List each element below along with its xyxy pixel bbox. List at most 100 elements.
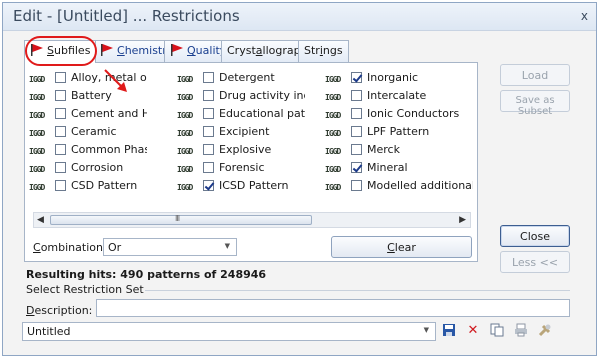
database-icon: IGGD xyxy=(325,183,341,192)
database-icon: IGGD xyxy=(29,147,45,156)
subfile-item[interactable]: IGGD Ceramic xyxy=(29,125,147,143)
scroll-thumb[interactable]: III xyxy=(50,214,312,225)
clear-button[interactable]: Clear xyxy=(331,236,472,258)
subfile-checkbox[interactable] xyxy=(55,126,66,137)
description-field[interactable] xyxy=(96,299,570,317)
subfile-checkbox[interactable] xyxy=(351,144,362,155)
copy-icon[interactable] xyxy=(488,323,506,341)
subfile-list: IGGDAlloy, metal or intermetallicIGGDBat… xyxy=(29,67,473,205)
close-button[interactable]: Close xyxy=(500,225,570,247)
flag-icon xyxy=(100,44,114,59)
database-icon: IGGD xyxy=(29,165,45,174)
subfile-checkbox[interactable] xyxy=(203,72,214,83)
subfile-checkbox[interactable] xyxy=(203,144,214,155)
subfile-item[interactable]: IGGD Corrosion xyxy=(29,161,147,179)
subfile-label: Intercalate xyxy=(367,89,427,102)
subfile-label: Forensic xyxy=(219,161,265,174)
database-icon: IGGD xyxy=(177,129,193,138)
subfile-checkbox[interactable] xyxy=(55,72,66,83)
tab-subfiles[interactable]: Subfiles xyxy=(24,40,97,63)
grip-icon: III xyxy=(175,214,180,223)
subfile-checkbox[interactable] xyxy=(351,72,362,83)
combination-label: Combination: xyxy=(33,241,107,254)
subfile-label: Modelled additional pattern xyxy=(367,179,473,192)
subfile-checkbox[interactable] xyxy=(55,144,66,155)
title-bar: Edit - [Untitled] ... Restrictions x xyxy=(3,3,596,31)
subfile-item[interactable]: IGGD Cement and Hydration Product xyxy=(29,107,147,125)
less-button[interactable]: Less << xyxy=(500,251,570,273)
load-button[interactable]: Load xyxy=(500,64,570,86)
subfile-item[interactable]: IGGD Explosive xyxy=(177,143,305,161)
subfile-item[interactable]: IGGD Drug activity index xyxy=(177,89,305,107)
subfile-label: Mineral xyxy=(367,161,408,174)
subfile-item[interactable]: IGGD LPF Pattern xyxy=(325,125,473,143)
subfile-checkbox[interactable] xyxy=(55,108,66,119)
subfile-item[interactable]: IGGD Modelled additional pattern xyxy=(325,179,473,197)
chevron-down-icon: ▼ xyxy=(423,326,429,334)
subfile-checkbox[interactable] xyxy=(351,108,362,119)
subfile-label: Excipient xyxy=(219,125,270,138)
tab-strings[interactable]: Strings xyxy=(298,40,349,62)
chevron-down-icon: ▼ xyxy=(224,242,230,250)
database-icon: IGGD xyxy=(177,147,193,156)
restriction-set-select[interactable]: Untitled ▼ xyxy=(22,322,436,341)
subfile-item[interactable]: IGGD Excipient xyxy=(177,125,305,143)
subfile-checkbox[interactable] xyxy=(351,90,362,101)
subfile-checkbox[interactable] xyxy=(203,180,214,191)
database-icon: IGGD xyxy=(325,75,341,84)
subfile-item[interactable]: IGGD Mineral xyxy=(325,161,473,179)
subfile-item[interactable]: IGGD Intercalate xyxy=(325,89,473,107)
scroll-left-icon[interactable]: ◀ xyxy=(37,215,44,225)
subfile-item[interactable]: IGGD Educational pattern xyxy=(177,107,305,125)
database-icon: IGGD xyxy=(29,183,45,192)
subfile-checkbox[interactable] xyxy=(55,162,66,173)
description-label: Description: xyxy=(26,304,93,317)
subfile-label: Explosive xyxy=(219,143,272,156)
database-icon: IGGD xyxy=(29,111,45,120)
database-icon: IGGD xyxy=(325,165,341,174)
database-icon: IGGD xyxy=(29,129,45,138)
scroll-right-icon[interactable]: ▶ xyxy=(459,215,466,225)
subfile-checkbox[interactable] xyxy=(203,108,214,119)
save-as-subset-button[interactable]: Save as Subset xyxy=(500,90,570,117)
subfile-label: Common Phase xyxy=(71,143,147,156)
subfile-label: Ceramic xyxy=(71,125,117,138)
subfile-item[interactable]: IGGD Inorganic xyxy=(325,71,473,89)
combination-select[interactable]: Or ▼ xyxy=(103,238,237,256)
subfile-checkbox[interactable] xyxy=(351,180,362,191)
database-icon: IGGD xyxy=(177,183,193,192)
subfile-item[interactable]: IGGD ICSD Pattern xyxy=(177,179,305,197)
subfile-checkbox[interactable] xyxy=(203,126,214,137)
horizontal-scrollbar[interactable]: ◀ III ▶ xyxy=(33,212,471,228)
subfile-item[interactable]: IGGD CSD Pattern xyxy=(29,179,147,197)
database-icon: IGGD xyxy=(29,93,45,102)
subfile-label: ICSD Pattern xyxy=(219,179,289,192)
subfile-checkbox[interactable] xyxy=(55,90,66,101)
database-icon: IGGD xyxy=(177,93,193,102)
subfile-checkbox[interactable] xyxy=(203,162,214,173)
subfile-item[interactable]: IGGD Common Phase xyxy=(29,143,147,161)
tools-icon[interactable] xyxy=(536,323,554,341)
subfile-checkbox[interactable] xyxy=(351,126,362,137)
database-icon: IGGD xyxy=(325,111,341,120)
subfile-label: CSD Pattern xyxy=(71,179,138,192)
subfile-checkbox[interactable] xyxy=(55,180,66,191)
database-icon: IGGD xyxy=(177,111,193,120)
flag-icon xyxy=(30,44,44,59)
restriction-set-value: Untitled xyxy=(27,325,71,338)
database-icon: IGGD xyxy=(177,75,193,84)
subfile-item[interactable]: IGGD Detergent xyxy=(177,71,305,89)
subfile-item[interactable]: IGGD Merck xyxy=(325,143,473,161)
subfile-checkbox[interactable] xyxy=(351,162,362,173)
save-icon[interactable] xyxy=(440,323,458,341)
subfile-item[interactable]: IGGD Forensic xyxy=(177,161,305,179)
subfile-label: Corrosion xyxy=(71,161,124,174)
close-icon[interactable]: x xyxy=(581,9,588,23)
database-icon: IGGD xyxy=(177,165,193,174)
subfile-checkbox[interactable] xyxy=(203,90,214,101)
delete-icon[interactable]: ✕ xyxy=(464,323,482,341)
print-icon[interactable] xyxy=(512,323,530,341)
subfiles-panel: IGGDAlloy, metal or intermetallicIGGDBat… xyxy=(24,62,478,262)
subfile-item[interactable]: IGGD Ionic Conductors xyxy=(325,107,473,125)
database-icon: IGGD xyxy=(325,147,341,156)
